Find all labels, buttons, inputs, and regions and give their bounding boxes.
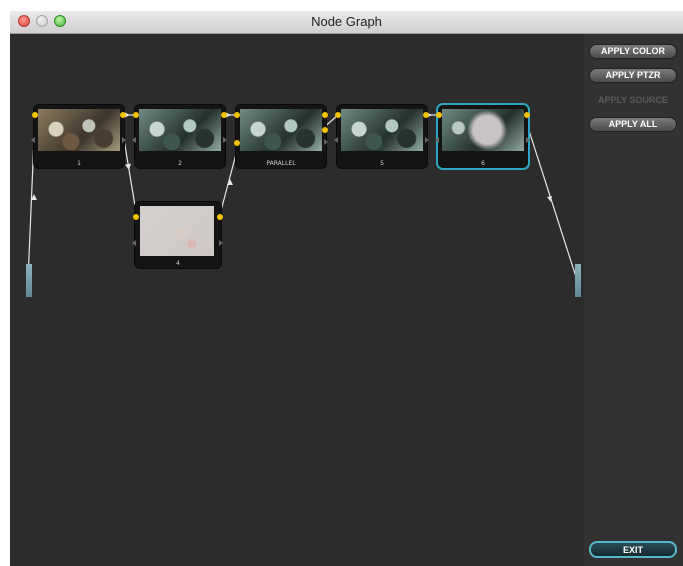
port-arrow-icon <box>435 137 439 143</box>
node-4[interactable]: 4 <box>132 202 223 268</box>
port-arrow-icon <box>132 240 136 246</box>
node-label: 6 <box>481 160 485 167</box>
window-title: Node Graph <box>311 14 382 29</box>
node-parallel[interactable]: PARALLEL <box>234 105 328 168</box>
node-label: 1 <box>77 160 81 167</box>
input-port[interactable] <box>234 112 240 118</box>
node-label: 5 <box>380 160 384 167</box>
graph-output-port[interactable] <box>575 264 581 297</box>
output-port[interactable] <box>322 112 328 118</box>
node-label: PARALLEL <box>266 160 296 167</box>
title-bar: Node Graph <box>10 11 683 34</box>
input-port[interactable] <box>436 112 442 118</box>
action-sidebar: APPLY COLOR APPLY PTZR APPLY SOURCE APPL… <box>584 34 683 566</box>
apply-ptzr-button[interactable]: APPLY PTZR <box>589 68 677 83</box>
port-arrow-icon <box>526 137 530 143</box>
input-port[interactable] <box>32 112 38 118</box>
port-arrow-icon <box>334 137 338 143</box>
node-1[interactable]: 1 <box>31 105 126 168</box>
output-port[interactable] <box>524 112 530 118</box>
output-port[interactable] <box>217 214 223 220</box>
port-arrow-icon <box>122 137 126 143</box>
port-arrow-icon <box>132 137 136 143</box>
node-thumbnail <box>38 109 120 151</box>
node-thumbnail <box>139 109 221 151</box>
input-port[interactable] <box>133 214 139 220</box>
graph-input-port[interactable] <box>26 264 32 297</box>
port-arrow-icon <box>223 137 227 143</box>
node-thumbnail <box>140 206 214 256</box>
port-arrow-icon <box>219 240 223 246</box>
node-thumbnail <box>240 109 322 151</box>
node-graph-window: Node Graph 1 2 PARALLEL 5 6 4 APPLY COLO… <box>10 11 683 566</box>
node-thumbnail <box>341 109 423 151</box>
node-5[interactable]: 5 <box>334 105 429 168</box>
input-port[interactable] <box>335 112 341 118</box>
output-port[interactable] <box>423 112 429 118</box>
exit-button[interactable]: EXIT <box>589 541 677 558</box>
output-port[interactable] <box>120 112 126 118</box>
apply-color-button[interactable]: APPLY COLOR <box>589 44 677 59</box>
node-graph-canvas[interactable]: 1 2 PARALLEL 5 6 4 <box>10 34 584 566</box>
node-6[interactable]: 6 <box>435 105 530 168</box>
port-arrow-icon <box>31 137 35 143</box>
node-2[interactable]: 2 <box>132 105 227 168</box>
port-arrow-icon <box>324 139 328 145</box>
node-thumbnail <box>442 109 524 151</box>
output-port[interactable] <box>322 127 328 133</box>
input-port[interactable] <box>234 140 240 146</box>
apply-source-button[interactable]: APPLY SOURCE <box>589 93 677 108</box>
apply-all-button[interactable]: APPLY ALL <box>589 117 677 132</box>
output-port[interactable] <box>221 112 227 118</box>
node-label: 4 <box>176 260 180 267</box>
port-arrow-icon <box>425 137 429 143</box>
input-port[interactable] <box>133 112 139 118</box>
node-label: 2 <box>178 160 182 167</box>
